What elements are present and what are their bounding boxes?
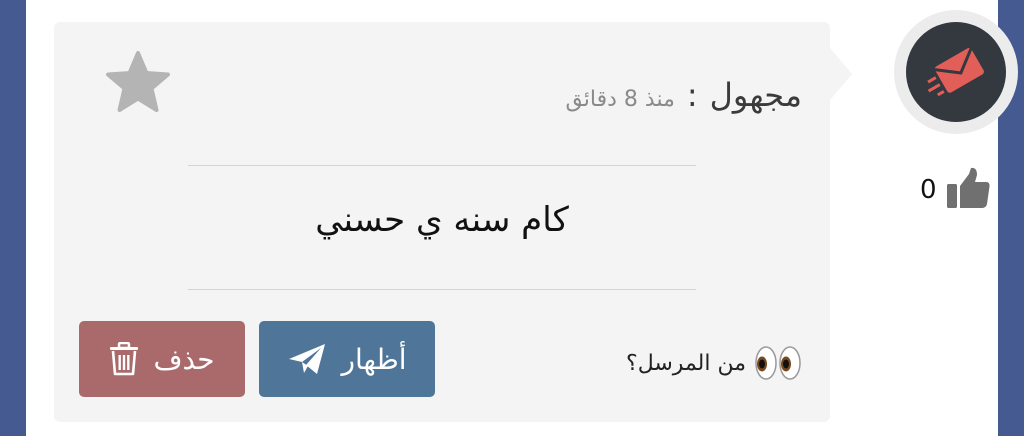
card-pointer (830, 48, 852, 100)
messages-panel: مجهول : منذ 8 دقائق كام سنه ي حسني حذف أ… (26, 0, 1018, 436)
star-icon[interactable] (104, 50, 172, 116)
delete-button-label: حذف (153, 342, 215, 376)
divider-top (188, 165, 696, 166)
divider-bottom (188, 289, 696, 290)
avatar[interactable] (894, 10, 1018, 134)
likes: 0 (920, 166, 991, 214)
message-header: مجهول : منذ 8 دقائق (565, 76, 802, 114)
thumbs-up-icon[interactable] (945, 166, 991, 214)
who-sent-label: من المرسل؟ (626, 350, 746, 376)
message-card: مجهول : منذ 8 دقائق كام سنه ي حسني حذف أ… (54, 22, 830, 422)
delete-button[interactable]: حذف (79, 321, 245, 397)
message-text: كام سنه ي حسني (315, 200, 569, 240)
envelope-logo-icon (906, 22, 1006, 122)
who-sent-hint: من المرسل؟ (626, 344, 802, 382)
trash-icon (109, 342, 139, 376)
like-count: 0 (920, 175, 937, 205)
reveal-button-label: أظهار (341, 342, 407, 376)
paper-plane-icon (287, 342, 327, 376)
sender-name: مجهول (709, 76, 802, 114)
header-separator: : (686, 76, 698, 114)
message-time: منذ 8 دقائق (565, 87, 675, 112)
reveal-sender-button[interactable]: أظهار (259, 321, 435, 397)
eyes-icon (754, 344, 802, 382)
